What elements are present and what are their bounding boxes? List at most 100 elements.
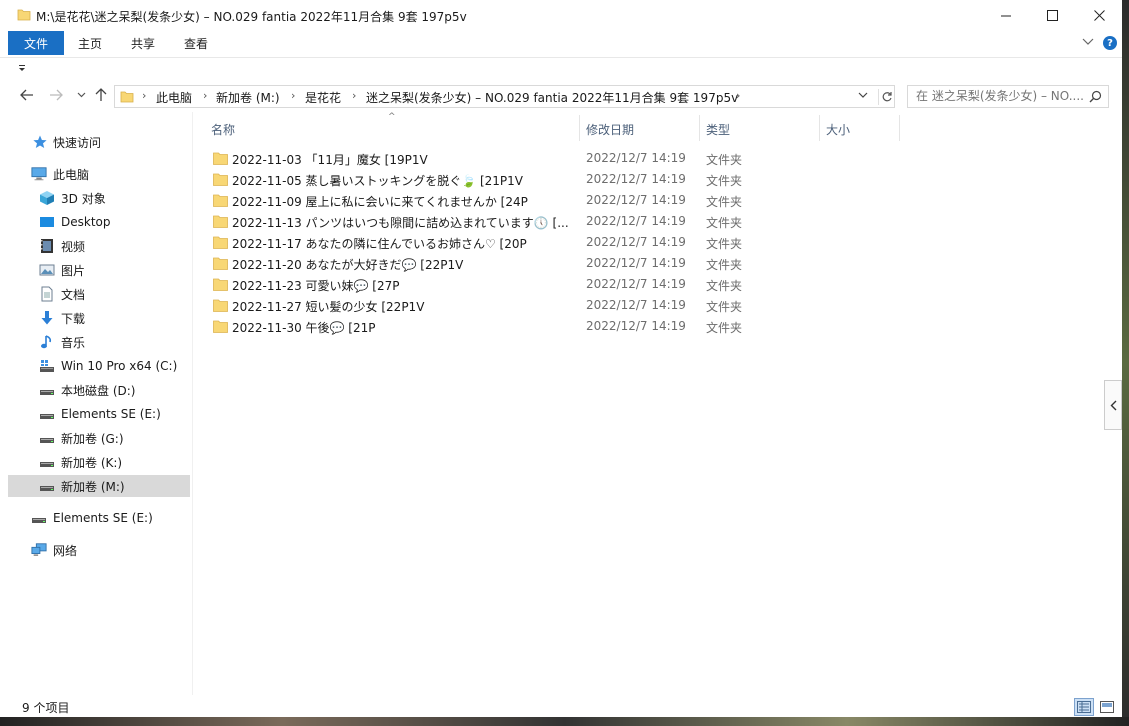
tab-file[interactable]: 文件 xyxy=(8,31,64,55)
desktop-icon xyxy=(40,217,54,227)
file-name: 2022-11-09 屋上に私に会いに来てくれませんか [24P xyxy=(232,195,528,209)
breadcrumb-separator-icon[interactable]: › xyxy=(142,89,146,102)
breadcrumb-this-pc[interactable]: 此电脑 xyxy=(156,89,192,106)
minimize-button[interactable] xyxy=(983,0,1029,31)
sidebar-item-label: 新加卷 (K:) xyxy=(61,455,123,470)
large-icons-view-button[interactable] xyxy=(1097,698,1117,716)
file-row[interactable]: 2022-11-27 短い髪の少女 [22P1V xyxy=(208,295,570,316)
sidebar-item-documents[interactable]: 文档 xyxy=(8,283,190,305)
folder-icon xyxy=(213,236,228,249)
navigation-pane: 快速访问 此电脑 3D 对象 Desktop 视频 图片 文档 下载 音乐 Wi… xyxy=(0,112,192,695)
file-row[interactable]: 2022-11-17 あなたの隣に住んでいるお姉さん♡ [20P xyxy=(208,232,570,253)
title-bar[interactable]: M:\是花花\迷之呆梨(发条少女) – NO.029 fantia 2022年1… xyxy=(0,0,1122,31)
search-input[interactable] xyxy=(916,89,1086,103)
sidebar-item-this-pc[interactable]: 此电脑 xyxy=(8,163,190,185)
sidebar-item-drive-e[interactable]: Elements SE (E:) xyxy=(8,403,190,425)
column-divider[interactable] xyxy=(899,115,900,141)
recent-locations-button[interactable] xyxy=(72,86,90,104)
column-header-date[interactable]: 修改日期 xyxy=(586,117,634,141)
file-row[interactable]: 2022-11-30 午後💬 [21P xyxy=(208,316,570,337)
status-bar: 9 个项目 xyxy=(0,695,1122,717)
breadcrumb-folder-huahua[interactable]: 是花花 xyxy=(305,89,341,106)
breadcrumb-drive-m[interactable]: 新加卷 (M:) xyxy=(216,89,280,106)
sidebar-item-desktop[interactable]: Desktop xyxy=(8,211,190,233)
chevron-left-icon xyxy=(1110,400,1116,410)
breadcrumb-current-folder[interactable]: 迷之呆梨(发条少女) – NO.029 fantia 2022年11月合集 9套… xyxy=(366,89,738,106)
column-divider[interactable] xyxy=(819,115,820,141)
breadcrumb-separator-icon[interactable]: › xyxy=(203,89,207,102)
refresh-button[interactable] xyxy=(878,89,894,105)
large-icons-view-icon xyxy=(1100,701,1114,713)
expand-ribbon-chevron-icon[interactable] xyxy=(1082,37,1094,47)
sidebar-item-label: 此电脑 xyxy=(53,167,90,182)
sidebar-item-music[interactable]: 音乐 xyxy=(8,331,190,353)
preview-pane-toggle[interactable] xyxy=(1104,380,1122,430)
up-button[interactable] xyxy=(92,86,110,104)
window-title: M:\是花花\迷之呆梨(发条少女) – NO.029 fantia 2022年1… xyxy=(36,10,467,24)
file-row[interactable]: 2022-11-05 蒸し暑いストッキングを脱ぐ🍃 [21P1V xyxy=(208,169,570,190)
column-header-size[interactable]: 大小 xyxy=(826,117,850,141)
help-icon[interactable]: ? xyxy=(1103,36,1117,50)
file-explorer-window: M:\是花花\迷之呆梨(发条少女) – NO.029 fantia 2022年1… xyxy=(0,0,1122,717)
column-header-type[interactable]: 类型 xyxy=(706,117,730,141)
sidebar-item-label: 新加卷 (G:) xyxy=(61,431,124,446)
folder-icon xyxy=(17,9,31,21)
details-view-icon xyxy=(1077,701,1091,713)
tab-view[interactable]: 查看 xyxy=(184,31,208,55)
breadcrumb-separator-icon[interactable]: › xyxy=(291,89,295,102)
sidebar-item-drive-g[interactable]: 新加卷 (G:) xyxy=(8,427,190,449)
folder-icon xyxy=(213,173,228,186)
drive-icon xyxy=(40,438,54,443)
search-box[interactable] xyxy=(907,85,1109,108)
maximize-button[interactable] xyxy=(1029,0,1075,31)
column-divider[interactable] xyxy=(699,115,700,141)
sidebar-item-label: 快速访问 xyxy=(53,135,102,150)
maximize-icon xyxy=(1046,10,1058,21)
column-divider[interactable] xyxy=(579,115,580,141)
file-row[interactable]: 2022-11-03 「11月」魔女 [19P1V xyxy=(208,148,570,169)
details-view-button[interactable] xyxy=(1074,698,1094,716)
sidebar-item-drive-m[interactable]: 新加卷 (M:) xyxy=(8,475,190,497)
folder-icon xyxy=(213,278,228,291)
sidebar-item-quick-access[interactable]: 快速访问 xyxy=(8,131,190,153)
sidebar-item-downloads[interactable]: 下载 xyxy=(8,307,190,329)
sidebar-item-drive-d[interactable]: 本地磁盘 (D:) xyxy=(8,379,190,401)
sidebar-item-drive-c[interactable]: Win 10 Pro x64 (C:) xyxy=(8,355,190,377)
sidebar-item-videos[interactable]: 视频 xyxy=(8,235,190,257)
quick-access-toolbar xyxy=(0,57,1122,81)
address-dropdown-icon[interactable] xyxy=(858,91,868,99)
folder-icon xyxy=(213,152,228,165)
video-icon xyxy=(41,239,53,253)
sort-ascending-icon: ^ xyxy=(388,112,396,122)
file-row[interactable]: 2022-11-09 屋上に私に会いに来てくれませんか [24P xyxy=(208,190,570,211)
forward-button[interactable] xyxy=(47,86,65,104)
pane-divider[interactable] xyxy=(192,112,193,695)
sidebar-item-label: Desktop xyxy=(61,215,111,229)
search-icon[interactable] xyxy=(1089,90,1102,103)
back-button[interactable] xyxy=(18,86,36,104)
sidebar-item-label: 文档 xyxy=(61,287,86,302)
document-icon xyxy=(41,286,53,302)
customize-toolbar-icon[interactable] xyxy=(17,64,27,74)
system-drive-icon xyxy=(40,360,54,372)
tab-home[interactable]: 主页 xyxy=(78,31,102,55)
sidebar-item-3d-objects[interactable]: 3D 对象 xyxy=(8,187,190,209)
folder-icon xyxy=(213,299,228,312)
sidebar-item-network[interactable]: 网络 xyxy=(8,539,190,561)
file-row[interactable]: 2022-11-13 パンツはいつも隙間に詰め込まれています🕔 [... xyxy=(208,211,570,232)
breadcrumb-separator-icon[interactable]: › xyxy=(352,89,356,102)
drive-icon xyxy=(32,518,46,523)
file-row[interactable]: 2022-11-20 あなたが大好きだ💬 [22P1V xyxy=(208,253,570,274)
breadcrumb-separator-icon[interactable]: › xyxy=(736,89,740,102)
file-row[interactable]: 2022-11-23 可愛い妹💬 [27P xyxy=(208,274,570,295)
sidebar-item-label: 本地磁盘 (D:) xyxy=(61,383,136,398)
sidebar-item-pictures[interactable]: 图片 xyxy=(8,259,190,281)
close-button[interactable] xyxy=(1076,0,1122,31)
sidebar-item-label: 音乐 xyxy=(61,335,86,350)
sidebar-item-elements-se[interactable]: Elements SE (E:) xyxy=(8,507,190,529)
desktop-background-edge xyxy=(1122,0,1129,726)
sidebar-item-drive-k[interactable]: 新加卷 (K:) xyxy=(8,451,190,473)
address-bar[interactable]: › 此电脑 › 新加卷 (M:) › 是花花 › 迷之呆梨(发条少女) – NO… xyxy=(114,85,895,108)
tab-share[interactable]: 共享 xyxy=(131,31,155,55)
column-header-name[interactable]: 名称 xyxy=(211,117,235,141)
